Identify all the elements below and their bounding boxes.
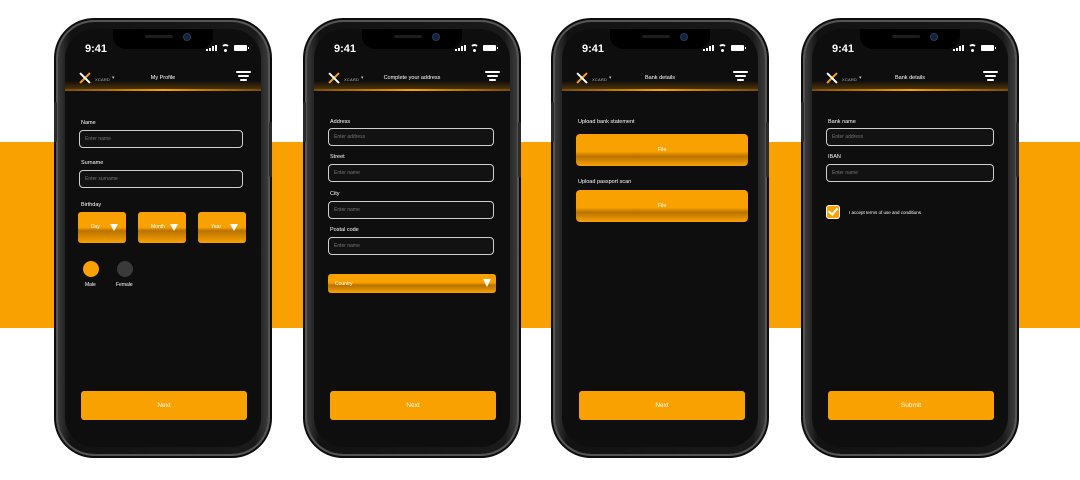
year-dropdown[interactable]: Year (198, 212, 246, 243)
upload-statement-label: Upload bank statement (578, 119, 635, 125)
city-label: City (330, 191, 340, 197)
phone-frame-profile: 9:41 XCARD ▾ My Profile Name Surname Bir… (54, 22, 272, 454)
address-label: Address (330, 119, 351, 125)
status-icons (953, 44, 996, 52)
wifi-icon (968, 44, 977, 52)
upload-passport-label: Upload passport scan (578, 179, 632, 185)
signal-icon (206, 45, 217, 51)
upload-passport-button[interactable]: File (576, 190, 748, 222)
day-dropdown[interactable]: Day (78, 212, 126, 243)
bank-upload-screen: 9:41 XCARD ▾ Bank details Upload bank st… (562, 29, 758, 447)
signal-icon (953, 45, 964, 51)
camera-icon (930, 33, 938, 41)
notch (860, 29, 960, 49)
page-title: My Profile (150, 75, 176, 81)
page-title: Bank details (895, 75, 925, 81)
chevron-down-icon (170, 224, 178, 231)
gender-female-radio[interactable] (117, 261, 133, 277)
postal-code-input[interactable] (328, 237, 494, 255)
chevron-down-icon (110, 224, 118, 231)
app-header: XCARD ▾ Bank details (562, 68, 758, 91)
phone-frame-bank-upload: 9:41 XCARD ▾ Bank details Upload bank st… (551, 22, 769, 454)
status-time: 9:41 (582, 43, 605, 55)
month-value: Month (151, 224, 165, 230)
address-input[interactable] (328, 128, 494, 146)
country-dropdown[interactable]: Country (328, 274, 496, 293)
battery-icon (234, 45, 249, 51)
camera-icon (680, 33, 688, 41)
notch (362, 29, 462, 49)
menu-icon[interactable] (983, 71, 998, 82)
camera-icon (432, 33, 440, 41)
wifi-icon (718, 44, 727, 52)
terms-checkbox[interactable] (826, 205, 840, 219)
app-header: XCARD ▾ My Profile (65, 68, 261, 91)
year-value: Year (211, 224, 222, 230)
gender-male-label: Male (85, 282, 96, 288)
menu-icon[interactable] (485, 71, 500, 82)
next-button[interactable]: Next (330, 391, 496, 420)
bank-name-input[interactable] (826, 128, 994, 146)
notch (610, 29, 710, 49)
bank-details-screen: 9:41 XCARD ▾ Bank details Bank name IBAN… (812, 29, 1008, 447)
name-label: Name (81, 120, 96, 126)
menu-icon[interactable] (236, 71, 251, 82)
signal-icon (703, 45, 714, 51)
battery-icon (483, 45, 498, 51)
status-icons (455, 44, 498, 52)
terms-label: I accept terms of use and conditions (849, 210, 922, 215)
phone-frame-bank-details: 9:41 XCARD ▾ Bank details Bank name IBAN… (801, 22, 1019, 454)
city-input[interactable] (328, 201, 494, 219)
submit-button[interactable]: Submit (828, 391, 994, 420)
camera-icon (183, 33, 191, 41)
iban-input[interactable] (826, 164, 994, 182)
phone-frame-address: 9:41 XCARD ▾ Complete your address Addre… (303, 22, 521, 454)
next-button[interactable]: Next (81, 391, 247, 420)
street-input[interactable] (328, 164, 494, 182)
gender-female-label: Female (116, 282, 133, 288)
wifi-icon (221, 44, 230, 52)
wifi-icon (470, 44, 479, 52)
address-screen: 9:41 XCARD ▾ Complete your address Addre… (314, 29, 510, 447)
battery-icon (981, 45, 996, 51)
status-icons (206, 44, 249, 52)
birthday-label: Birthday (81, 202, 102, 208)
upload-statement-button[interactable]: File (576, 134, 748, 166)
name-input[interactable] (79, 130, 243, 148)
bank-name-label: Bank name (828, 119, 856, 125)
day-value: Day (91, 224, 100, 230)
status-icons (703, 44, 746, 52)
page-title: Bank details (645, 75, 675, 81)
app-header: XCARD ▾ Complete your address (314, 68, 510, 91)
month-dropdown[interactable]: Month (138, 212, 186, 243)
status-time: 9:41 (832, 43, 855, 55)
next-button[interactable]: Next (579, 391, 745, 420)
street-label: Street (330, 154, 345, 160)
profile-screen: 9:41 XCARD ▾ My Profile Name Surname Bir… (65, 29, 261, 447)
chevron-down-icon (483, 279, 491, 287)
country-value: Country (335, 281, 353, 287)
battery-icon (731, 45, 746, 51)
surname-input[interactable] (79, 170, 243, 188)
page-title: Complete your address (383, 75, 441, 81)
menu-icon[interactable] (733, 71, 748, 82)
postal-code-label: Postal code (330, 227, 359, 233)
status-time: 9:41 (334, 43, 357, 55)
surname-label: Surname (81, 160, 104, 166)
notch (113, 29, 213, 49)
signal-icon (455, 45, 466, 51)
iban-label: IBAN (828, 154, 841, 160)
status-time: 9:41 (85, 43, 108, 55)
gender-male-radio[interactable] (83, 261, 99, 277)
birthday-selects: Day Month Year (78, 212, 246, 243)
app-header: XCARD ▾ Bank details (812, 68, 1008, 91)
chevron-down-icon (230, 224, 238, 231)
